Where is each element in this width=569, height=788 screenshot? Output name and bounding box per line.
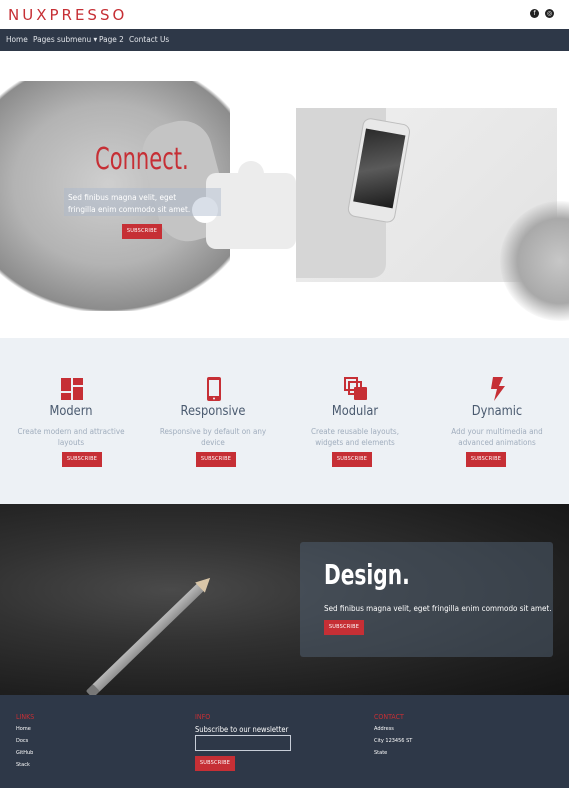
nav-item-page-2[interactable]: Page 2 — [99, 35, 124, 44]
feature-dynamic: Dynamic Add your multimedia and advanced… — [426, 338, 568, 504]
nav-item-pages-submenu[interactable]: Pages submenu ▾ — [33, 35, 97, 44]
footer-contact-heading: CONTACT — [374, 713, 404, 721]
contact-address: Address — [374, 726, 394, 732]
feature-title: Dynamic — [471, 404, 523, 419]
hero-text: Sed finibus magna velit, eget fringilla … — [68, 193, 191, 214]
footer-links-heading: LINKS — [16, 713, 35, 721]
feature-subscribe-button[interactable]: SUBSCRIBE — [196, 452, 236, 467]
layers-icon — [344, 377, 367, 400]
footer-link-docs[interactable]: Docs — [16, 738, 28, 744]
contact-state: State — [374, 750, 388, 756]
design-subscribe-button[interactable]: SUBSCRIBE — [324, 620, 364, 635]
facebook-icon[interactable]: f — [530, 9, 539, 18]
design-section: Design. Sed finibus magna velit, eget fr… — [0, 504, 569, 695]
hero-subscribe-button[interactable]: SUBSCRIBE — [122, 224, 162, 239]
feature-title: Responsive — [180, 404, 246, 419]
contact-city: City 123456 ST — [374, 738, 413, 744]
feature-description: Create reusable layouts, widgets and ele… — [311, 427, 399, 447]
smartphone-icon — [207, 377, 221, 401]
footer: LINKS Home Docs GitHub Stack INFO Subscr… — [0, 695, 569, 788]
header-bar: NUXPRESSO f ◎ — [0, 0, 569, 29]
design-card: Design. Sed finibus magna velit, eget fr… — [300, 542, 553, 657]
footer-info-heading: INFO — [195, 713, 211, 721]
feature-subscribe-button[interactable]: SUBSCRIBE — [62, 452, 102, 467]
pencil-image — [85, 572, 215, 695]
newsletter-label: Subscribe to our newsletter — [195, 725, 289, 734]
feature-subscribe-button[interactable]: SUBSCRIBE — [332, 452, 372, 467]
feature-description: Create modern and attractive layouts — [17, 427, 125, 447]
design-title: Design. — [324, 558, 410, 591]
hero-section: Connect. Sed finibus magna velit, eget f… — [0, 51, 569, 338]
feature-modular: Modular Create reusable layouts, widgets… — [284, 338, 426, 504]
nav-item-home[interactable]: Home — [6, 35, 28, 44]
dashboard-icon — [61, 378, 83, 400]
feature-subscribe-button[interactable]: SUBSCRIBE — [466, 452, 506, 467]
footer-subscribe-button[interactable]: SUBSCRIBE — [195, 756, 235, 771]
design-text: Sed finibus magna velit, eget fringilla … — [324, 604, 552, 613]
feature-responsive: Responsive Responsive by default on any … — [142, 338, 284, 504]
features-section: Modern Create modern and attractive layo… — [0, 338, 569, 504]
feature-title: Modular — [331, 404, 379, 419]
lightning-icon — [491, 377, 505, 401]
instagram-icon[interactable]: ◎ — [545, 9, 554, 18]
footer-link-home[interactable]: Home — [16, 726, 31, 732]
feature-modern: Modern Create modern and attractive layo… — [0, 338, 142, 504]
hero-title: Connect. — [95, 142, 189, 177]
nav-item-contact-us[interactable]: Contact Us — [129, 35, 169, 44]
main-navigation: Home Pages submenu ▾ Page 2 Contact Us — [0, 29, 569, 51]
feature-title: Modern — [49, 404, 93, 419]
brand-logo[interactable]: NUXPRESSO — [8, 6, 127, 24]
feature-description: Add your multimedia and advanced animati… — [451, 427, 543, 447]
footer-link-stack[interactable]: Stack — [16, 762, 30, 768]
footer-link-github[interactable]: GitHub — [16, 750, 33, 756]
newsletter-email-input[interactable] — [195, 735, 291, 751]
feature-description: Responsive by default on any device — [159, 427, 267, 447]
